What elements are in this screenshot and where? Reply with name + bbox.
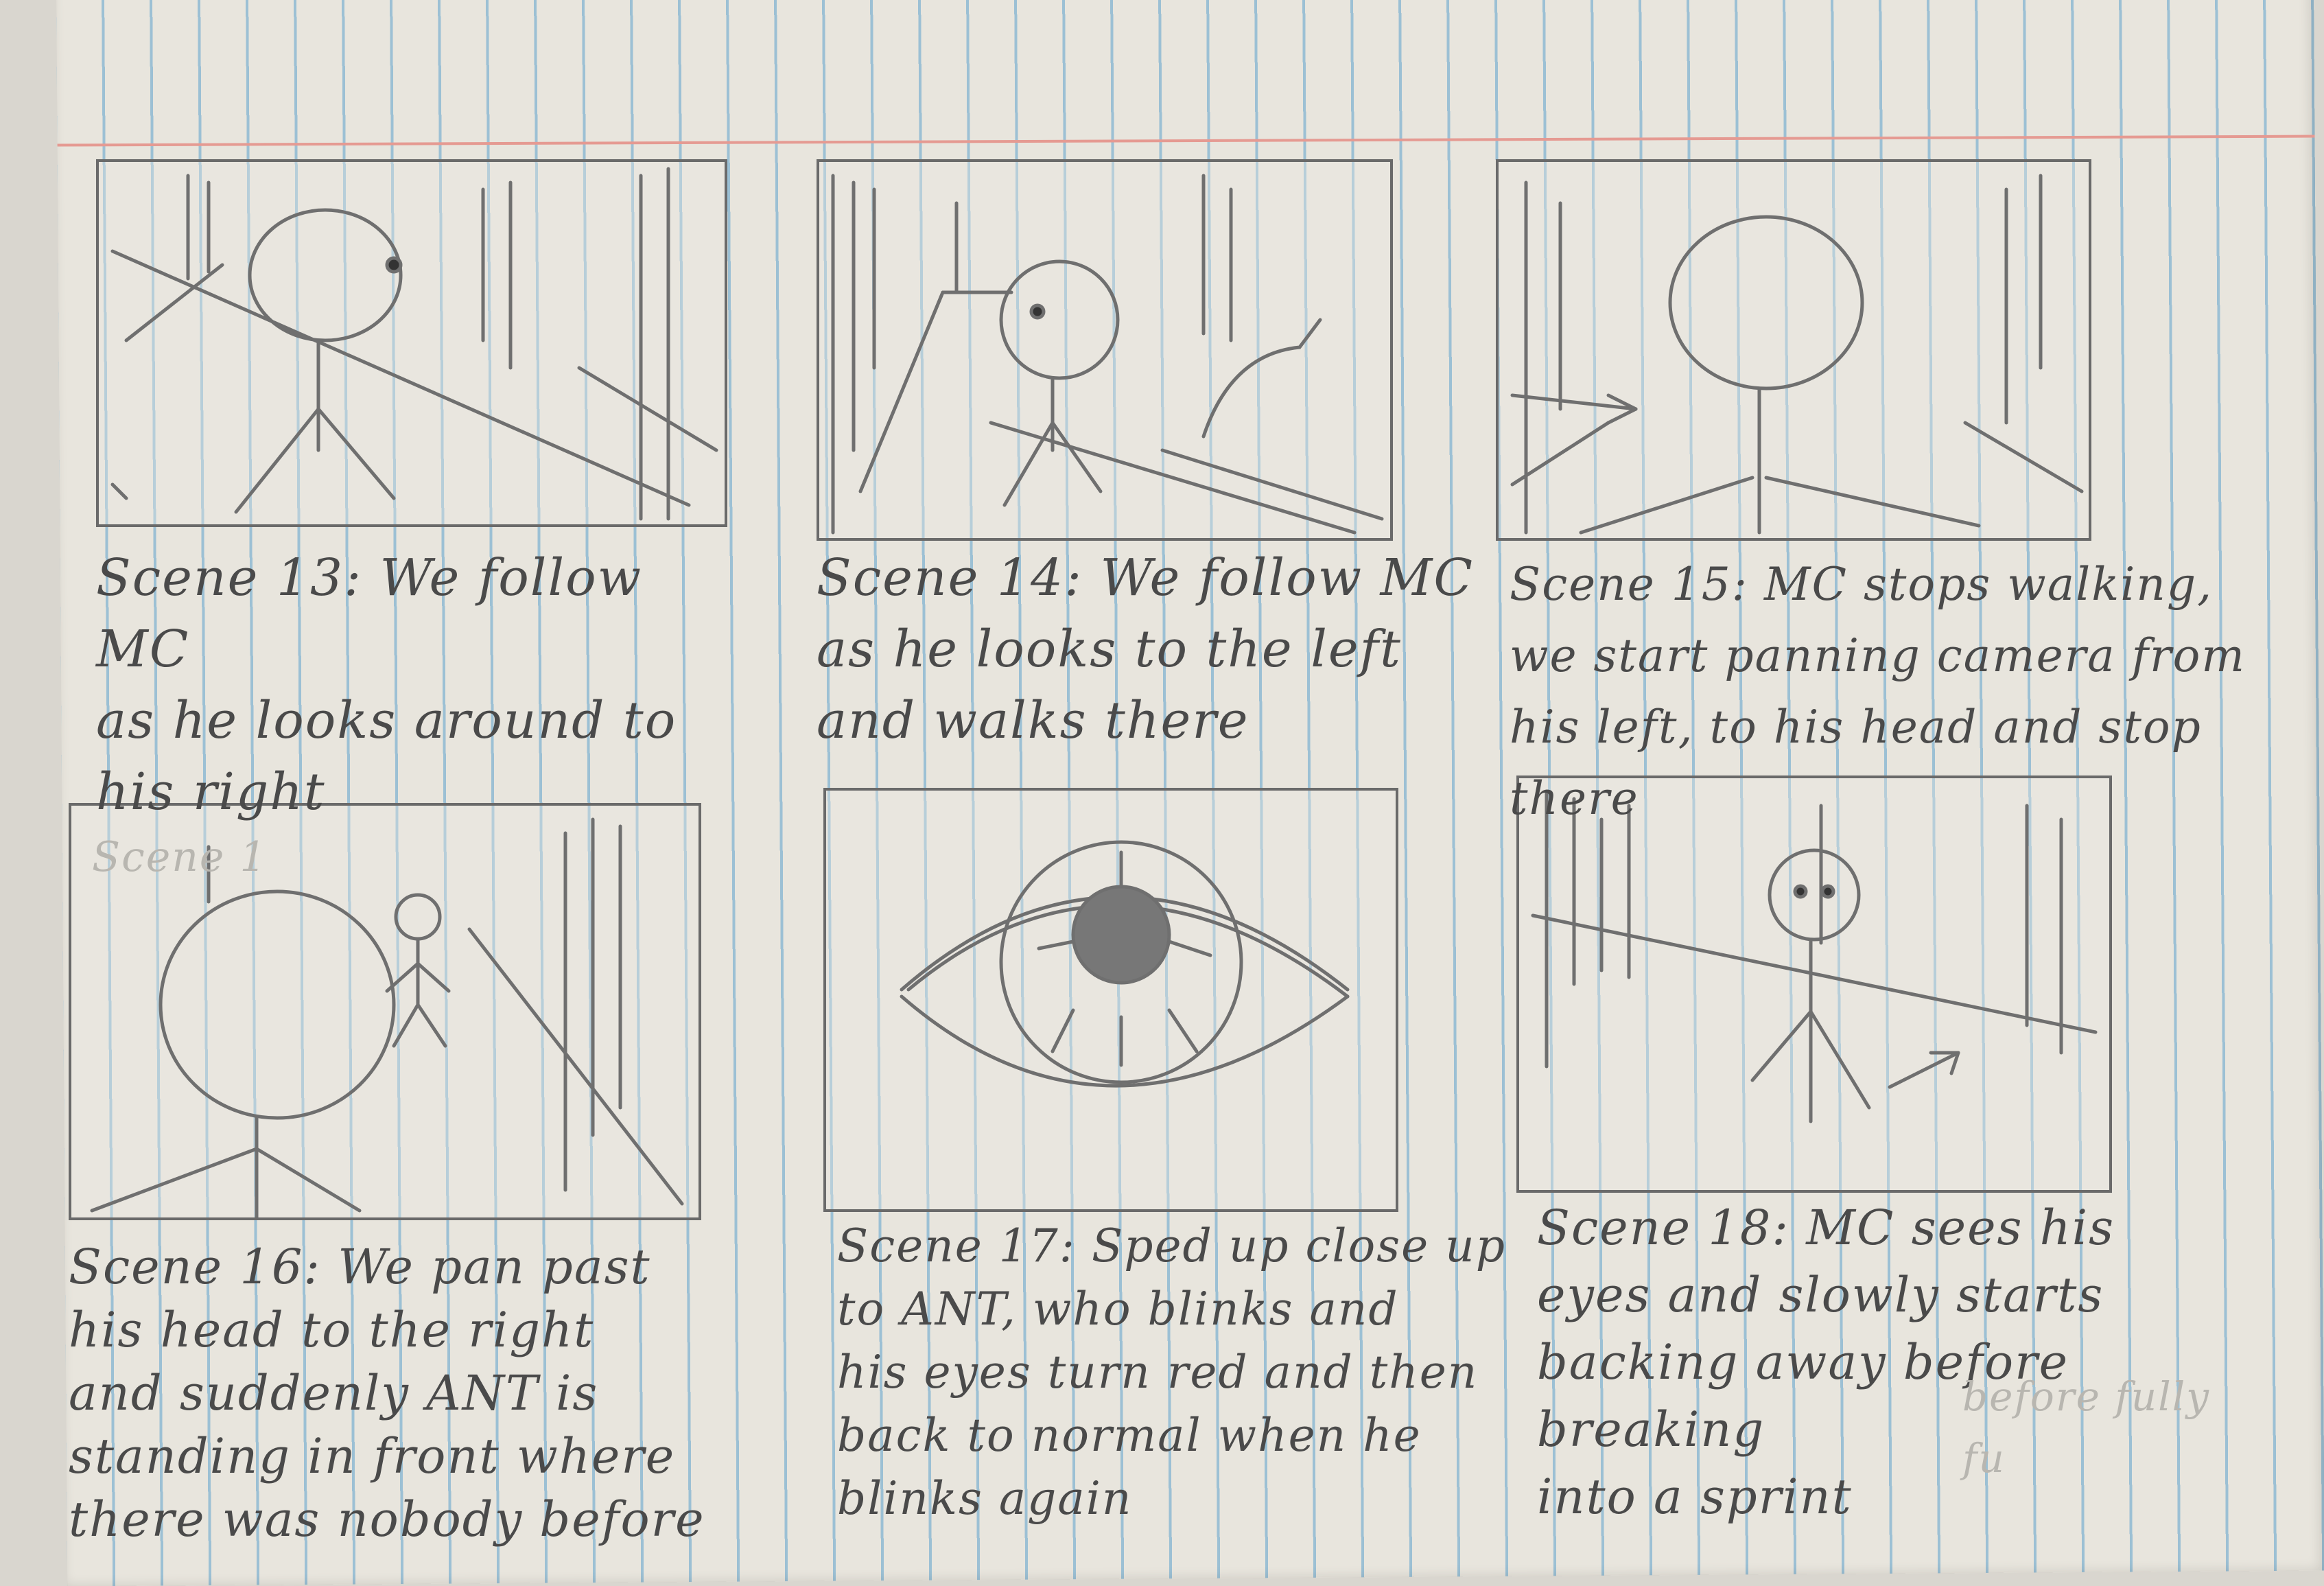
storyboard-panel-17 (823, 788, 1398, 1212)
scene-16-caption: Scene 16: We pan past his head to the ri… (69, 1239, 705, 1548)
scene-15-caption: Scene 15: MC stops walking, we start pan… (1510, 558, 2246, 825)
storyboard-panel-18 (1516, 775, 2112, 1193)
storyboard-panel-13 (96, 159, 727, 527)
storyboard-panel-15 (1496, 159, 2091, 541)
scene-18-erased-text: before fully fu (1962, 1373, 2211, 1482)
panel-16-ghost-label: Scene 1 (92, 833, 268, 881)
scene-13-caption: Scene 13: We follow MC as he looks aroun… (96, 548, 677, 821)
storyboard-panel-16: Scene 1 (69, 803, 701, 1220)
scene-14-caption: Scene 14: We follow MC as he looks to th… (817, 548, 1474, 750)
scene-17-caption: Scene 17: Sped up close up to ANT, who b… (837, 1220, 1506, 1525)
storyboard-panel-14 (817, 159, 1393, 541)
